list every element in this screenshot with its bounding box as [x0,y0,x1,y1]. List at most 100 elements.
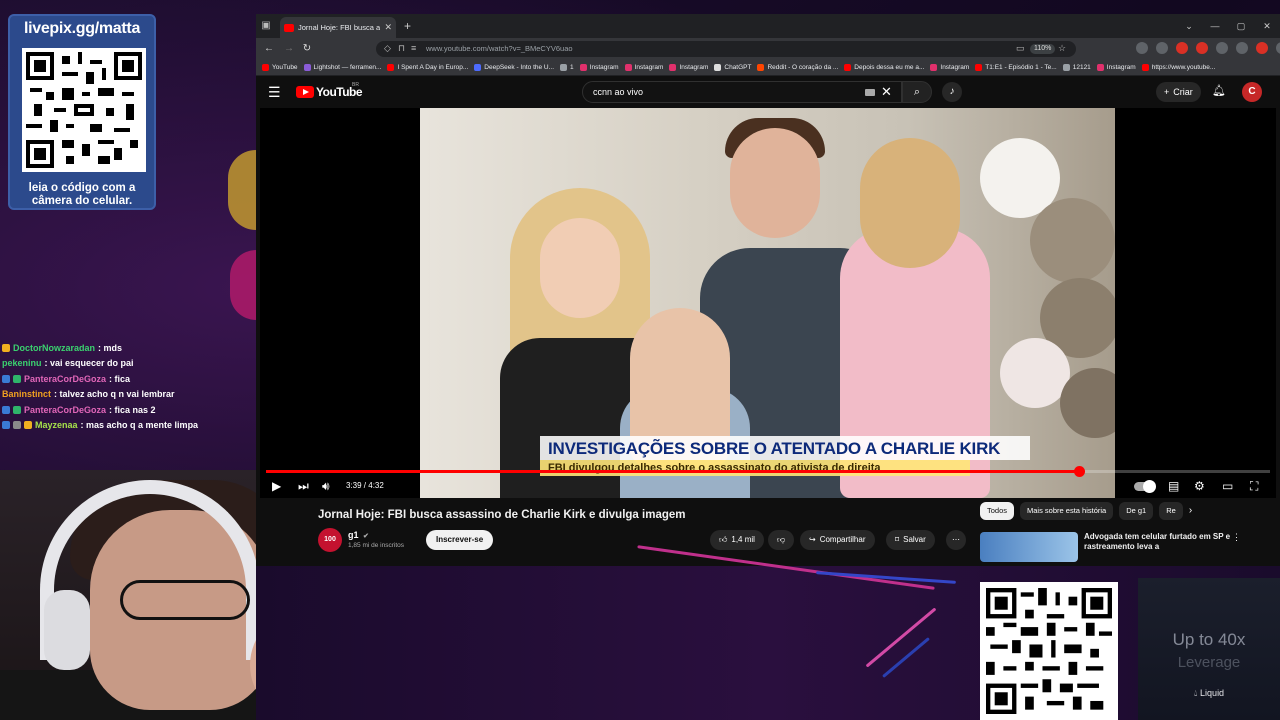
more-options-icon[interactable]: ⋮ [1232,532,1241,543]
bookmark-item[interactable]: 1 [560,64,574,71]
autoplay-toggle[interactable] [1134,480,1156,493]
video-title: Jornal Hoje: FBI busca assassino de Char… [318,509,686,521]
chat-username: PanteraCorDeGoza [24,373,107,384]
channel-avatar[interactable]: 100 [318,528,342,552]
extension-icon[interactable] [1216,42,1228,54]
extension-icon[interactable] [1156,42,1168,54]
bookmark-star-icon[interactable]: ☆ [1058,43,1066,54]
channel-name-text[interactable]: g1 [348,530,359,540]
bookmark-item[interactable]: ChatGPT [714,64,751,71]
progress-bar[interactable] [266,466,1270,477]
like-button[interactable]: 👍︎ 1,4 mil [710,530,764,550]
bookmark-item[interactable]: Instagram [579,64,619,71]
subscribe-button[interactable]: Inscrever-se [426,530,494,550]
recommended-thumbnail[interactable] [980,532,1078,562]
maximize-icon[interactable]: ▢ [1228,14,1254,38]
bookmark-item[interactable]: T1:E1 - Episódio 1 - Te... [975,64,1057,71]
plus-icon: + [1164,87,1170,97]
chip-all[interactable]: Todos [980,502,1015,520]
extension-icon[interactable] [1136,42,1148,54]
theater-mode-icon[interactable]: ▭ [1222,478,1233,494]
bookmark-item[interactable]: https://www.youtube... [1141,64,1215,71]
microphone-icon[interactable]: ♪ [942,82,962,102]
bookmark-item[interactable]: YouTube [262,64,298,71]
save-button[interactable]: ⌑ Salvar [886,530,935,550]
bookmark-item[interactable]: Instagram [669,64,708,71]
create-button[interactable]: + Criar [1156,82,1201,102]
subtitles-icon[interactable]: ▤ [1168,478,1179,494]
browser-toolbar: ← → ↻ ◇ ⊓ ≡ www.youtube.com/watch?v=_BMe… [256,38,1280,60]
zoom-indicator[interactable]: 110% [1030,44,1056,54]
fullscreen-icon[interactable]: ⛶ [1250,478,1258,494]
ad-qr-code [980,582,1118,720]
youtube-logo-icon[interactable] [296,86,314,98]
back-icon[interactable]: ← [262,42,276,56]
chat-text: : vai esquecer do pai [44,358,134,369]
bookmark-item[interactable]: Reddit - O coração da ... [757,64,838,71]
chat-username: Baninstinct [2,389,52,400]
chip-recommended[interactable]: Re [1159,502,1183,520]
share-button[interactable]: ↪ Compartilhar [800,530,875,550]
video-info: Jornal Hoje: FBI busca assassino de Char… [256,498,1280,566]
url-text[interactable]: www.youtube.com/watch?v=_BMeCYV6uao [426,44,573,53]
chevron-right-icon[interactable]: › [1189,502,1192,520]
youtube-icon [844,64,852,71]
reload-icon[interactable]: ↻ [300,42,314,56]
bookmark-item[interactable]: I Spent A Day in Europ... [387,64,468,71]
bookmark-item[interactable]: Instagram [930,64,969,71]
minimize-icon[interactable]: — [1202,14,1228,38]
browser-menu-icon[interactable] [1276,42,1280,54]
play-icon[interactable]: ▶ [272,478,281,494]
recommended-video[interactable]: Advogada tem celular furtado em SP e ras… [980,532,1250,562]
extension-icon[interactable] [1176,42,1188,54]
bookmark-item[interactable]: DeepSeek - Into the U... [474,64,554,71]
youtube-icon [387,64,395,71]
extension-icon[interactable] [1196,42,1208,54]
forward-icon[interactable]: → [282,42,296,56]
site-settings-icon[interactable]: ≡ [411,43,416,53]
close-tab-icon[interactable]: ✕ [384,22,392,33]
chip-more-about-story[interactable]: Mais sobre esta história [1020,502,1114,520]
notifications-bell-icon[interactable]: 🔔︎ [1212,84,1226,97]
more-actions-icon[interactable]: ⋯ [946,530,966,550]
settings-gear-icon[interactable]: ⚙ [1194,478,1205,494]
recommended-title[interactable]: Advogada tem celular furtado em SP e ras… [1084,532,1234,552]
shield-icon[interactable]: ◇ [384,43,391,54]
dislike-button[interactable]: 👎︎ [768,530,795,550]
clear-search-icon[interactable]: ✕ [881,84,892,100]
search-input[interactable]: ccnn ao vivo ✕ [582,81,902,103]
chip-from-channel[interactable]: De g1 [1119,502,1154,520]
chat-message: PanteraCorDeGoza : fica nas 2 [2,402,252,418]
search-icon[interactable]: ⌕ [902,81,932,103]
create-label: Criar [1173,87,1193,97]
verified-icon: ✔ [363,533,369,540]
lock-icon[interactable]: ⊓ [398,43,405,54]
account-avatar[interactable]: C [1242,82,1262,102]
browser-tab[interactable]: Jornal Hoje: FBI busca assassin ✕ [280,17,396,38]
bookmark-icon: ⌑ [895,535,900,544]
bookmark-item[interactable]: Lightshot — ferramen... [303,64,381,71]
next-icon[interactable]: ⏭︎ [298,478,309,494]
bookmark-item[interactable]: Instagram [1096,64,1136,71]
volume-icon[interactable]: 🔊︎ [322,478,330,494]
cast-icon[interactable]: ▭ [1016,43,1025,54]
chat-username: pekeninu [2,358,42,369]
keyboard-icon[interactable] [865,89,875,96]
bookmark-item[interactable]: 12121 [1062,64,1091,71]
video-player[interactable]: INVESTIGAÇÕES SOBRE O ATENTADO A CHARLIE… [260,108,1276,498]
extension-icon[interactable] [1236,42,1248,54]
address-bar[interactable]: ◇ ⊓ ≡ www.youtube.com/watch?v=_BMeCYV6ua… [376,41,1076,57]
tab-list-icon[interactable]: ⌄ [1176,14,1202,38]
hamburger-menu-icon[interactable]: ☰ [268,85,281,99]
extension-icon[interactable] [1256,42,1268,54]
progress-played [266,470,1080,473]
bookmark-item[interactable]: Depois dessa eu me a... [844,64,924,71]
close-window-icon[interactable]: ✕ [1254,14,1280,38]
bookmark-item[interactable]: Instagram [624,64,663,71]
search-query[interactable]: ccnn ao vivo [593,87,643,97]
channel-name[interactable]: g1 ✔ [348,530,369,540]
tab-search-icon[interactable]: ▣ [260,20,272,32]
instagram-icon [669,64,677,71]
video-frame[interactable]: INVESTIGAÇÕES SOBRE O ATENTADO A CHARLIE… [420,108,1115,498]
new-tab-icon[interactable]: + [404,19,411,33]
